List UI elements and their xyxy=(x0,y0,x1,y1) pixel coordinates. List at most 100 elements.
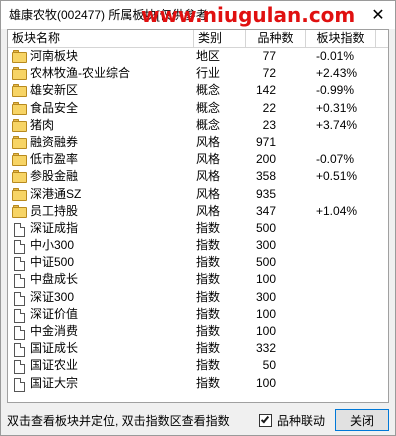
row-type: 指数 xyxy=(196,306,221,321)
table-row[interactable]: 国证农业 指数 50 xyxy=(8,357,388,375)
row-name-cell: 员工持股 xyxy=(12,203,194,220)
row-name-cell: 猪肉 xyxy=(12,117,194,134)
row-name-cell: 参股金融 xyxy=(12,168,194,185)
close-button[interactable]: 关闭 xyxy=(335,409,389,431)
table-row[interactable]: 融资融券 风格 971 xyxy=(8,134,388,151)
row-name: 中金消费 xyxy=(30,324,79,338)
row-name: 深港通SZ xyxy=(30,186,82,201)
table-row[interactable]: 中小300 指数 300 xyxy=(8,237,388,255)
row-index-change xyxy=(306,357,376,374)
close-icon[interactable]: ✕ xyxy=(367,4,389,26)
table-row[interactable]: 河南板块 地区 77 -0.01% xyxy=(8,48,388,65)
row-index-change xyxy=(306,237,376,254)
row-name-cell: 深证300 xyxy=(12,289,194,306)
row-name: 食品安全 xyxy=(30,100,79,115)
row-type: 概念 xyxy=(196,83,221,98)
column-header-name[interactable]: 板块名称 xyxy=(8,30,194,48)
row-count: 100 xyxy=(255,324,276,338)
row-count: 23 xyxy=(262,117,276,132)
table-row[interactable]: 猪肉 概念 23 +3.74% xyxy=(8,117,388,134)
row-type: 指数 xyxy=(196,358,221,373)
row-index-change xyxy=(306,323,376,340)
document-icon xyxy=(12,273,27,289)
document-icon xyxy=(12,256,27,272)
row-index-change xyxy=(306,340,376,357)
document-icon xyxy=(12,222,27,237)
row-type: 风格 xyxy=(196,203,221,218)
table-row[interactable]: 参股金融 风格 358 +0.51% xyxy=(8,168,388,185)
row-type: 指数 xyxy=(196,272,221,287)
checkbox-label[interactable]: 品种联动 xyxy=(277,412,325,429)
table-row[interactable]: 国证成长 指数 332 xyxy=(8,340,388,358)
folder-icon xyxy=(12,118,27,132)
row-name-cell: 雄安新区 xyxy=(12,82,194,99)
folder-icon xyxy=(12,101,27,115)
column-header-count[interactable]: 品种数 xyxy=(246,30,306,48)
row-count: 347 xyxy=(255,203,276,218)
row-count: 72 xyxy=(262,66,276,81)
row-index-change: +3.74% xyxy=(316,117,358,132)
row-count: 100 xyxy=(255,306,276,321)
table-row[interactable]: 深证300 指数 300 xyxy=(8,289,388,306)
table-row[interactable]: 深证成指 指数 500 xyxy=(8,220,388,237)
title-bar: 雄康农牧(002477) 所属板块[仅供参考 www.niugulan.com … xyxy=(1,1,395,29)
row-count: 200 xyxy=(255,152,276,167)
column-header-type[interactable]: 类别 xyxy=(194,30,246,48)
row-name: 深证价值 xyxy=(30,306,79,321)
row-index-change: +2.43% xyxy=(316,66,358,81)
status-hint: 双击查看板块并定位, 双击指数区查看指数 xyxy=(7,414,230,428)
row-type: 概念 xyxy=(196,117,221,132)
row-name: 参股金融 xyxy=(30,169,79,184)
table-row[interactable]: 国证大宗 指数 100 xyxy=(8,375,388,392)
row-count: 100 xyxy=(255,272,276,287)
row-type: 地区 xyxy=(196,49,221,63)
sector-list[interactable]: 板块名称 类别 品种数 板块指数 河南板块 地区 77 -0.01% 农林牧渔-农业综合… xyxy=(7,29,389,403)
sector-dialog: 雄康农牧(002477) 所属板块[仅供参考 www.niugulan.com … xyxy=(0,0,396,436)
folder-icon xyxy=(12,204,27,218)
row-name: 低市盈率 xyxy=(30,152,79,167)
table-row[interactable]: 深港通SZ 风格 935 xyxy=(8,186,388,203)
document-icon xyxy=(12,342,27,358)
list-header: 板块名称 类别 品种数 板块指数 xyxy=(8,30,388,48)
row-name-cell: 中小300 xyxy=(12,237,194,255)
row-name-cell: 中金消费 xyxy=(12,323,194,340)
row-count: 142 xyxy=(255,83,276,98)
table-row[interactable]: 雄安新区 概念 142 -0.99% xyxy=(8,82,388,99)
row-type: 指数 xyxy=(196,238,221,253)
row-name-cell: 中证500 xyxy=(12,254,194,272)
table-row[interactable]: 中证500 指数 500 xyxy=(8,254,388,272)
row-index-change xyxy=(306,134,376,151)
row-name: 中证500 xyxy=(30,255,75,270)
row-name-cell: 融资融券 xyxy=(12,134,194,151)
row-name: 猪肉 xyxy=(30,117,55,132)
row-type: 风格 xyxy=(196,169,221,184)
row-index-change: -0.01% xyxy=(316,49,355,63)
row-count: 358 xyxy=(255,169,276,184)
row-name-cell: 农林牧渔-农业综合 xyxy=(12,65,194,82)
table-row[interactable]: 深证价值 指数 100 xyxy=(8,306,388,323)
document-icon xyxy=(12,291,27,306)
column-header-index[interactable]: 板块指数 xyxy=(306,30,376,48)
table-row[interactable]: 农林牧渔-农业综合 行业 72 +2.43% xyxy=(8,65,388,82)
row-index-change xyxy=(306,271,376,288)
row-name-cell: 国证农业 xyxy=(12,357,194,375)
row-name-cell: 深证价值 xyxy=(12,306,194,323)
document-icon xyxy=(12,325,27,340)
row-name: 国证农业 xyxy=(30,358,79,373)
table-row[interactable]: 中盘成长 指数 100 xyxy=(8,271,388,289)
row-name-cell: 中盘成长 xyxy=(12,271,194,289)
table-row[interactable]: 低市盈率 风格 200 -0.07% xyxy=(8,151,388,168)
row-type: 指数 xyxy=(196,220,221,235)
document-icon xyxy=(12,359,27,375)
row-index-change xyxy=(306,289,376,306)
row-type: 风格 xyxy=(196,186,221,201)
row-count: 50 xyxy=(262,358,276,373)
table-row[interactable]: 员工持股 风格 347 +1.04% xyxy=(8,203,388,220)
row-type: 指数 xyxy=(196,255,221,270)
checkbox-box[interactable] xyxy=(259,413,272,427)
folder-icon xyxy=(12,84,27,98)
table-row[interactable]: 食品安全 概念 22 +0.31% xyxy=(8,100,388,117)
table-row[interactable]: 中金消费 指数 100 xyxy=(8,323,388,340)
row-type: 指数 xyxy=(196,324,221,338)
linkage-checkbox[interactable]: 品种联动 xyxy=(259,411,325,429)
